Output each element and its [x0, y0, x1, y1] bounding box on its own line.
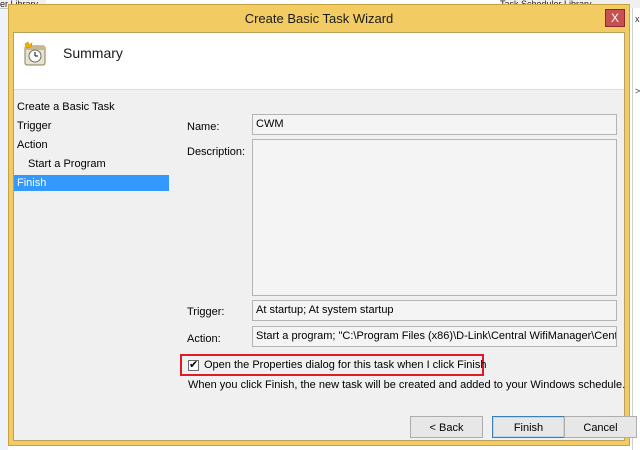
cancel-button[interactable]: Cancel: [564, 416, 637, 438]
step-start-a-program[interactable]: Start a Program: [14, 156, 106, 172]
finish-button[interactable]: Finish: [492, 416, 565, 438]
open-properties-label[interactable]: Open the Properties dialog for this task…: [204, 359, 486, 371]
name-field[interactable]: CWM: [252, 114, 617, 135]
action-field[interactable]: Start a program; "C:\Program Files (x86)…: [252, 326, 617, 347]
back-button[interactable]: < Back: [410, 416, 483, 438]
description-label: Description:: [187, 146, 246, 158]
step-action[interactable]: Action: [14, 137, 48, 153]
wizard-client-area: Summary Create a Basic Task Trigger Acti…: [13, 32, 637, 441]
step-trigger[interactable]: Trigger: [14, 118, 51, 134]
description-field[interactable]: [252, 139, 617, 296]
finish-info-text: When you click Finish, the new task will…: [188, 379, 626, 391]
page-title: Summary: [63, 45, 123, 61]
create-basic-task-wizard: Create Basic Task Wizard X Summary Creat…: [8, 4, 637, 446]
title-bar[interactable]: Create Basic Task Wizard X: [9, 5, 629, 33]
window-title: Create Basic Task Wizard: [244, 11, 394, 26]
trigger-field[interactable]: At startup; At system startup: [252, 300, 617, 321]
background-window-left: [0, 8, 8, 450]
trigger-label: Trigger:: [187, 306, 225, 318]
action-label: Action:: [187, 333, 221, 345]
wizard-header: Summary: [14, 33, 624, 90]
open-properties-checkbox[interactable]: ✔: [188, 360, 199, 371]
step-create-basic-task[interactable]: Create a Basic Task: [14, 99, 115, 115]
background-close-mark: x: [635, 14, 640, 24]
step-finish[interactable]: Finish: [14, 175, 169, 191]
name-label: Name:: [187, 121, 220, 133]
open-properties-highlight: ✔ Open the Properties dialog for this ta…: [180, 354, 486, 376]
close-button[interactable]: X: [605, 9, 625, 27]
background-arrow-mark: >: [635, 86, 640, 96]
task-clock-icon: [24, 41, 46, 66]
background-window-right: x >: [632, 8, 640, 450]
